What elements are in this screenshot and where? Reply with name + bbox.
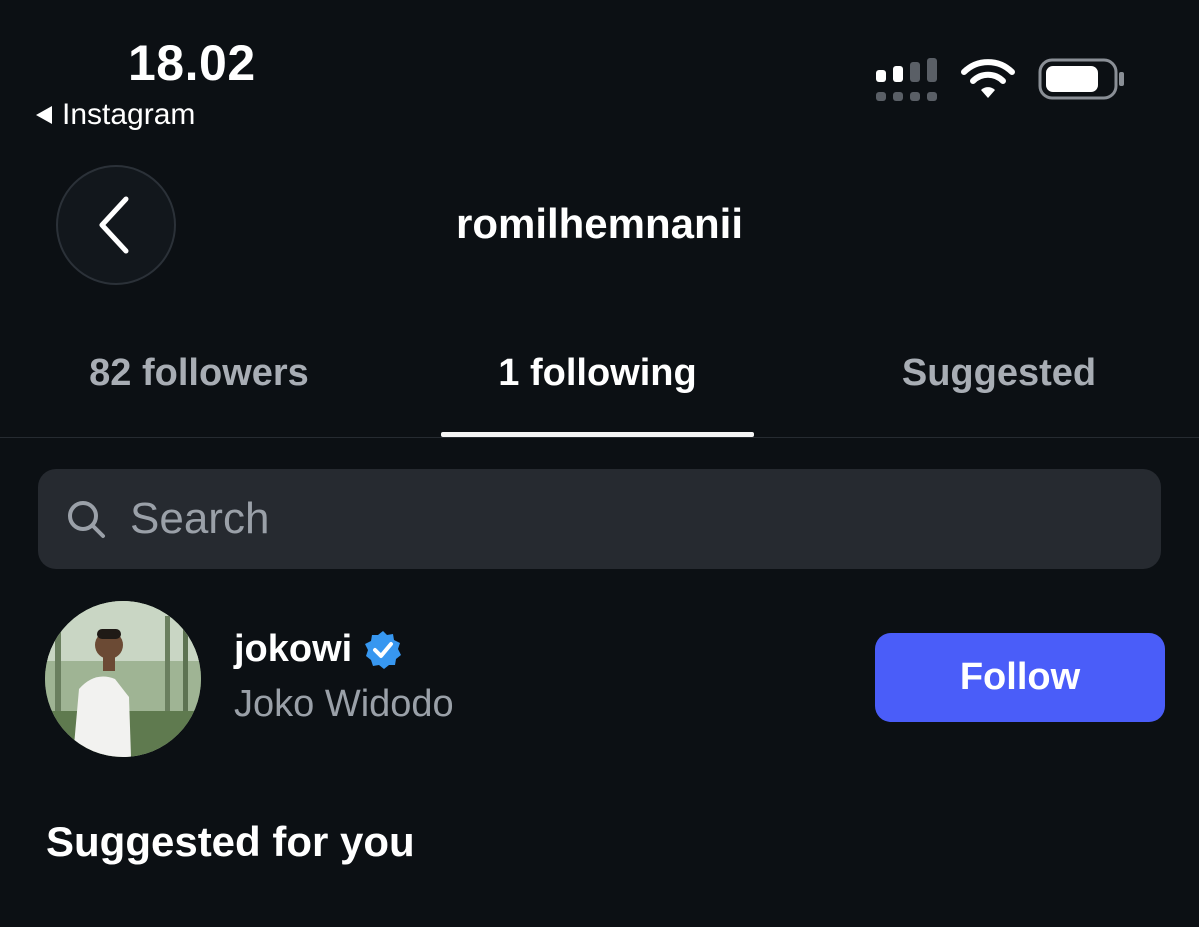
full-name: Joko Widodo [234,683,454,725]
username-row: jokowi [234,628,404,671]
profile-username-title: romilhemnanii [455,200,744,247]
battery-icon [1038,58,1124,100]
status-time: 18.02 [128,35,256,91]
profile-photo [45,601,201,757]
tabs-divider [0,437,1199,438]
search-icon [68,501,105,538]
follow-button[interactable]: Follow [875,633,1165,722]
back-to-app-link[interactable]: Instagram [36,98,195,132]
signal-icon [876,58,937,101]
tab-followers[interactable]: 82 followers [40,352,358,402]
back-triangle-icon [36,106,52,124]
verified-badge-icon [365,630,402,669]
username[interactable]: jokowi [234,628,352,671]
search-input[interactable] [128,493,1032,545]
avatar[interactable] [45,601,201,757]
suggested-for-you-heading: Suggested for you [46,818,415,865]
search-bar[interactable] [38,469,1161,569]
status-icons [874,56,1126,102]
wifi-icon [961,59,1015,98]
tab-suggested[interactable]: Suggested [840,352,1158,402]
tab-following[interactable]: 1 following [441,352,754,402]
back-app-label: Instagram [62,98,196,131]
